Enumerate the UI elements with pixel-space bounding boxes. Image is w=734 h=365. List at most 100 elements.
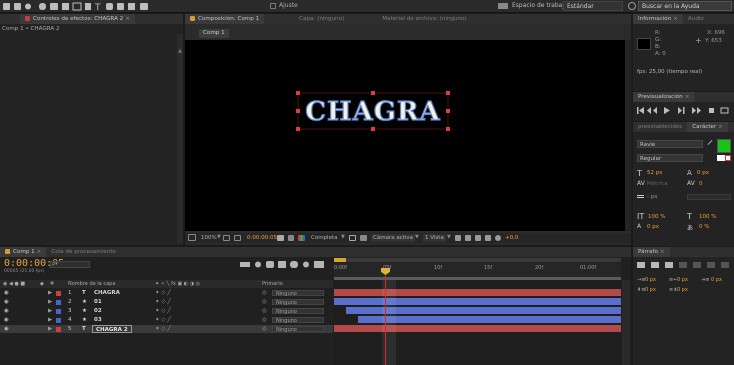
stroke-color-swatch[interactable] — [717, 155, 725, 161]
effects-scrollbar[interactable] — [177, 34, 183, 244]
tracks-area[interactable] — [334, 280, 621, 365]
show-snapshot-icon[interactable] — [288, 235, 294, 241]
flowchart-icon[interactable] — [485, 235, 491, 241]
composition-tab[interactable]: Composición: Comp 1 — [185, 14, 265, 24]
close-icon[interactable]: × — [673, 16, 678, 22]
parent-pickwhip-icon[interactable]: ◎ — [262, 289, 267, 297]
font-family-dropdown[interactable]: Ravie — [637, 140, 703, 148]
layer-switches[interactable]: ✦ ◇ ╱ — [155, 325, 171, 333]
grid-icon[interactable] — [234, 235, 241, 241]
close-icon[interactable]: × — [718, 124, 723, 130]
character-tab[interactable]: Carácter × — [687, 122, 728, 132]
render-queue-tab[interactable]: Cola de procesamiento — [46, 247, 120, 257]
audio-tab[interactable]: Audio — [683, 14, 709, 24]
eyedropper-icon[interactable] — [707, 140, 713, 145]
font-size-value[interactable]: 52 px — [647, 170, 663, 176]
parent-pickwhip-icon[interactable]: ◎ — [262, 298, 267, 306]
preview-tab[interactable]: Previsualización × — [633, 92, 695, 102]
always-preview-icon[interactable] — [188, 234, 196, 241]
parent-column[interactable]: Primario — [262, 280, 283, 288]
channels-icon[interactable] — [298, 235, 305, 241]
composition-canvas[interactable]: CHAGRA — [185, 40, 625, 231]
time-ruler[interactable]: 0:00f 05f 10f 15f 20f 01:00f — [334, 263, 621, 277]
parent-dropdown[interactable]: Ninguno — [272, 299, 324, 306]
indent-left-value[interactable]: 0 px — [645, 277, 656, 283]
timeline-icon[interactable] — [475, 235, 481, 241]
fill-color-swatch[interactable] — [717, 139, 731, 153]
label-color[interactable] — [56, 318, 61, 323]
expand-arrow-icon[interactable]: ▶ — [48, 289, 52, 297]
layer-name[interactable]: 03 — [94, 316, 102, 324]
label-color[interactable] — [56, 300, 61, 305]
label-color[interactable] — [56, 291, 61, 296]
kerning-value[interactable]: Métrica — [647, 181, 667, 187]
comp-1-button[interactable]: Comp 1 — [199, 29, 229, 38]
timeline-scrollbar[interactable] — [622, 280, 630, 365]
tsume-value[interactable]: 0 % — [699, 224, 709, 230]
footage-tab[interactable]: Material de archivo: (ninguno) — [377, 14, 472, 24]
title-safe-icon[interactable] — [223, 235, 230, 241]
layer-row-3[interactable]: ◉ ▶ 3 ★ 02 ✦ ◇ ╱ ◎ Ninguno — [0, 307, 333, 315]
transparency-grid-icon[interactable] — [360, 235, 367, 241]
comp-timecode[interactable]: 0:00:00:05 — [245, 234, 279, 242]
visibility-eye-icon[interactable]: ◉ — [4, 316, 9, 324]
close-icon[interactable]: × — [660, 249, 665, 255]
presets-tab[interactable]: preestablecidos — [633, 122, 687, 132]
parent-dropdown[interactable]: Ninguno — [272, 290, 324, 297]
snap-checkbox[interactable] — [270, 3, 276, 9]
expand-arrow-icon[interactable]: ▶ — [48, 316, 52, 324]
layer-tab[interactable]: Capa: (ninguno) — [294, 14, 349, 24]
track-bar-4[interactable] — [358, 316, 621, 323]
parent-pickwhip-icon[interactable]: ◎ — [262, 307, 267, 315]
parent-dropdown[interactable]: Ninguno — [272, 326, 324, 333]
info-tab[interactable]: Información × — [633, 14, 683, 24]
layer-name[interactable]: CHAGRA 2 — [92, 325, 132, 333]
workspace-dropdown[interactable]: Estándar — [563, 1, 623, 11]
effects-controls-tab[interactable]: Controles de efectos: CHAGRA 2 × — [20, 14, 135, 24]
paragraph-tab[interactable]: Párrafo × — [633, 247, 670, 257]
toggle-pixel-aspect-icon[interactable] — [455, 235, 461, 241]
track-bar-1[interactable] — [334, 289, 621, 296]
horizontal-scale-value[interactable]: 100 % — [699, 214, 716, 220]
work-area-start-handle[interactable] — [334, 258, 346, 262]
visibility-eye-icon[interactable]: ◉ — [4, 289, 9, 297]
layer-switches[interactable]: ✦ ◇ ╱ — [155, 298, 171, 306]
indent-first-value[interactable]: 0 px — [711, 277, 722, 283]
resolution-dropdown[interactable]: Completa — [309, 234, 340, 242]
layer-name[interactable]: 02 — [94, 307, 102, 315]
no-stroke-icon[interactable] — [725, 155, 731, 161]
visibility-eye-icon[interactable]: ◉ — [4, 307, 9, 315]
tracking-value[interactable]: 0 — [699, 181, 703, 187]
zoom-dropdown[interactable]: 100% — [199, 234, 219, 242]
layer-switches[interactable]: ✦ ◇ ╱ — [155, 307, 171, 315]
region-of-interest-icon[interactable] — [349, 235, 356, 241]
indent-right-value[interactable]: 0 px — [677, 277, 688, 283]
label-color[interactable] — [56, 309, 61, 314]
stroke-type-dropdown[interactable] — [687, 194, 731, 200]
layer-switches[interactable]: ✦ ◇ ╱ — [155, 289, 171, 297]
current-time-indicator[interactable] — [385, 269, 386, 365]
layer-row-5-selected[interactable]: ◉ ▶ 5 T CHAGRA 2 ✦ ◇ ╱ ◎ Ninguno — [0, 325, 333, 333]
snapshot-icon[interactable] — [277, 235, 284, 241]
expand-arrow-icon[interactable]: ▶ — [48, 298, 52, 306]
chagra-text-layer[interactable]: CHAGRA — [295, 90, 451, 132]
visibility-eye-icon[interactable]: ◉ — [4, 325, 9, 333]
layer-name[interactable]: 01 — [94, 298, 102, 306]
close-icon[interactable]: × — [685, 94, 690, 100]
comp-1-tab[interactable]: Comp 1 × — [0, 247, 47, 257]
parent-pickwhip-icon[interactable]: ◎ — [262, 325, 267, 333]
close-icon[interactable]: × — [37, 249, 42, 255]
space-before-value[interactable]: 0 px — [645, 287, 656, 293]
layer-row-4[interactable]: ◉ ▶ 4 ★ 03 ✦ ◇ ╱ ◎ Ninguno — [0, 316, 333, 324]
vertical-scale-value[interactable]: 100 % — [648, 214, 665, 220]
layer-row-1[interactable]: ◉ ▶ 1 T CHAGRA ✦ ◇ ╱ ◎ Ninguno — [0, 289, 333, 297]
exposure-reset-icon[interactable] — [495, 235, 501, 241]
scroll-up-arrow-icon[interactable]: ▲ — [178, 48, 182, 54]
views-dropdown[interactable]: 1 Vista — [423, 234, 446, 242]
track-bar-5[interactable] — [334, 325, 621, 332]
parent-pickwhip-icon[interactable]: ◎ — [262, 316, 267, 324]
help-search-input[interactable]: Buscar en la Ayuda — [638, 1, 732, 11]
canvas-scrollbar[interactable] — [625, 40, 631, 231]
time-navigator[interactable] — [334, 258, 621, 262]
visibility-eye-icon[interactable]: ◉ — [4, 298, 9, 306]
